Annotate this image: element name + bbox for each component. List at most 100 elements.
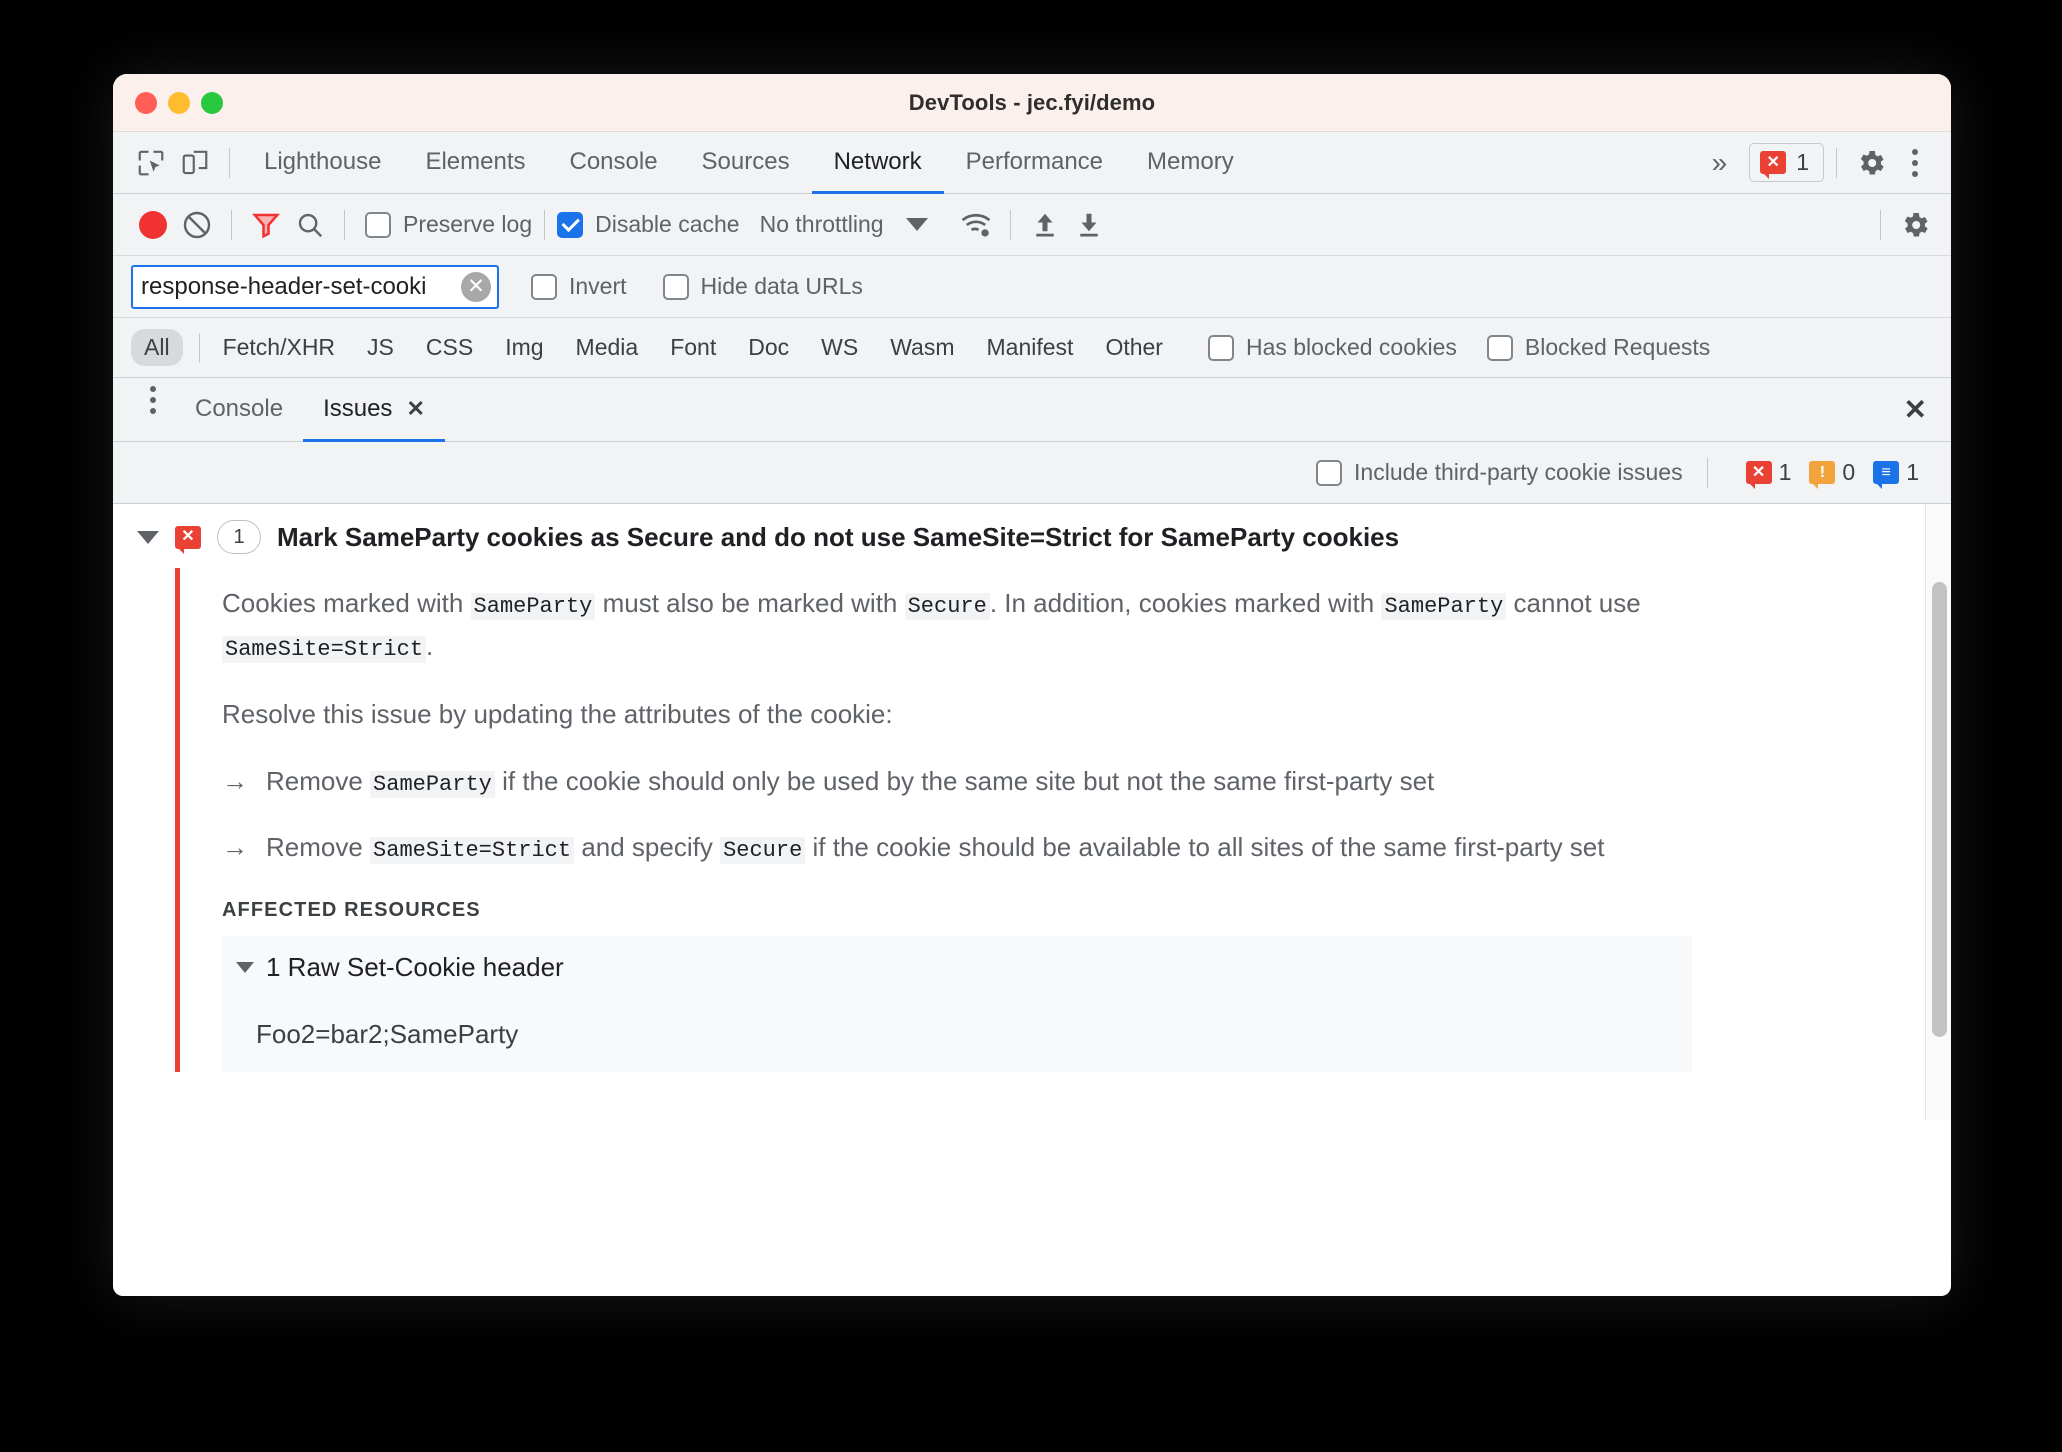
hide-data-urls-checkbox[interactable]: Hide data URLs — [662, 273, 863, 300]
toolbar-divider — [229, 147, 230, 178]
code-sameparty: SameParty — [470, 593, 596, 620]
throttling-select[interactable]: No throttling — [760, 211, 884, 238]
inspect-element-icon[interactable] — [129, 141, 173, 185]
kebab-menu-icon[interactable] — [1893, 141, 1937, 185]
tabbar-right-controls: » ✕ 1 — [1690, 141, 1951, 185]
drawer-tab-console[interactable]: Console — [175, 378, 303, 442]
tab-lighthouse[interactable]: Lighthouse — [242, 132, 403, 194]
close-drawer-icon[interactable]: ✕ — [1904, 393, 1927, 426]
drawer-kebab-menu-icon[interactable] — [131, 378, 175, 422]
checkbox-box — [1316, 459, 1343, 486]
warning-counter[interactable]: ! 0 — [1809, 459, 1855, 489]
has-blocked-cookies-label: Has blocked cookies — [1245, 334, 1457, 360]
toolbar-divider — [1836, 147, 1837, 178]
step2-p2: and specify — [574, 832, 721, 863]
clear-icon[interactable] — [175, 203, 219, 247]
error-bubble-icon: ✕ — [1745, 461, 1772, 489]
devtools-window: DevTools - jec.fyi/demo Lighthouse Eleme… — [113, 74, 1951, 1296]
devtools-tabbar: Lighthouse Elements Console Sources Netw… — [113, 132, 1951, 194]
type-filter-js[interactable]: JS — [354, 329, 407, 366]
clear-filter-icon[interactable]: ✕ — [461, 271, 491, 302]
error-count: 1 — [1796, 149, 1809, 175]
toolbar-divider — [231, 209, 232, 240]
error-counter[interactable]: ✕ 1 — [1745, 459, 1791, 489]
preserve-log-checkbox[interactable]: Preserve log — [365, 211, 532, 238]
more-tabs-icon[interactable]: » — [1690, 147, 1750, 179]
issue-description-paragraph: Cookies marked with SameParty must also … — [222, 582, 1762, 667]
wifi-settings-icon[interactable] — [954, 203, 998, 247]
error-count-badge[interactable]: ✕ 1 — [1749, 143, 1824, 182]
blocked-requests-checkbox[interactable]: Blocked Requests — [1486, 334, 1710, 361]
type-filter-wasm[interactable]: Wasm — [877, 329, 967, 366]
gear-icon[interactable] — [1849, 141, 1893, 185]
issue-count-pill: 1 — [217, 520, 261, 554]
desc-text-4: cannot use — [1506, 588, 1641, 618]
type-filter-other[interactable]: Other — [1092, 329, 1176, 366]
scrollbar-thumb[interactable] — [1932, 582, 1947, 1037]
info-counter[interactable]: ≡ 1 — [1873, 459, 1919, 489]
type-filter-fetch-xhr[interactable]: Fetch/XHR — [210, 329, 348, 366]
record-icon[interactable] — [131, 203, 175, 247]
invert-checkbox[interactable]: Invert — [531, 273, 627, 300]
tab-performance[interactable]: Performance — [944, 132, 1125, 194]
affected-resource-toggle[interactable]: 1 Raw Set-Cookie header — [222, 952, 1692, 983]
tab-memory[interactable]: Memory — [1125, 132, 1256, 194]
search-icon[interactable] — [288, 203, 332, 247]
type-filter-ws[interactable]: WS — [808, 329, 871, 366]
export-arrow-icon[interactable] — [1067, 203, 1111, 247]
tab-console[interactable]: Console — [547, 132, 679, 194]
tab-elements[interactable]: Elements — [403, 132, 547, 194]
tab-sources[interactable]: Sources — [680, 132, 812, 194]
resolution-step-1: → Remove SameParty if the cookie should … — [222, 761, 1752, 803]
toolbar-divider — [198, 332, 200, 363]
info-counter-value: 1 — [1906, 459, 1919, 485]
has-blocked-cookies-checkbox[interactable]: Has blocked cookies — [1207, 334, 1457, 361]
hide-data-urls-label: Hide data URLs — [700, 273, 863, 299]
desc-text-2: must also be marked with — [595, 588, 905, 618]
device-toolbar-icon[interactable] — [173, 141, 217, 185]
issue-header-row[interactable]: ✕ 1 Mark SameParty cookies as Secure and… — [113, 504, 1951, 568]
code-samesite-strict-2: SameSite=Strict — [370, 837, 575, 865]
type-filter-img[interactable]: Img — [492, 329, 556, 366]
disable-cache-label: Disable cache — [595, 211, 740, 237]
tab-label: Memory — [1147, 147, 1234, 175]
desc-text-3: . In addition, cookies marked with — [989, 588, 1382, 618]
tab-network[interactable]: Network — [811, 132, 944, 194]
chevron-down-icon[interactable] — [905, 218, 928, 231]
type-filter-all[interactable]: All — [131, 329, 183, 366]
desc-text-5: . — [426, 630, 434, 661]
tab-label: Performance — [965, 147, 1104, 175]
expand-triangle-icon[interactable] — [137, 530, 159, 544]
step-1-text: Remove SameParty if the cookie should on… — [266, 761, 1434, 803]
arrow-marker-icon: → — [222, 832, 248, 863]
type-filter-css[interactable]: CSS — [413, 329, 486, 366]
network-settings-gear-icon[interactable] — [1893, 203, 1937, 247]
filter-funnel-icon[interactable] — [244, 203, 288, 247]
checkbox-box — [1486, 334, 1513, 361]
type-filter-media[interactable]: Media — [563, 329, 652, 366]
toolbar-divider — [544, 209, 546, 240]
type-filter-font[interactable]: Font — [657, 329, 729, 366]
issues-scrollbar[interactable] — [1925, 504, 1951, 1120]
expand-triangle-icon[interactable] — [236, 961, 254, 973]
issue-title: Mark SameParty cookies as Secure and do … — [277, 521, 1400, 552]
toolbar-divider — [344, 209, 345, 240]
drawer-tabbar: Console Issues ✕ ✕ — [113, 378, 1951, 442]
window-titlebar: DevTools - jec.fyi/demo — [113, 74, 1951, 132]
arrow-marker-icon: → — [222, 766, 248, 797]
include-third-party-cookie-issues-checkbox[interactable]: Include third-party cookie issues — [1316, 459, 1683, 486]
checkbox-box — [662, 273, 689, 300]
disable-cache-checkbox[interactable]: Disable cache — [557, 211, 740, 238]
issues-toolbar: Include third-party cookie issues ✕ 1 ! … — [113, 442, 1951, 504]
search-filter-input[interactable]: response-header-set-cooki ✕ — [131, 264, 499, 309]
toolbar-divider — [1706, 457, 1708, 488]
panel-tabs: Lighthouse Elements Console Sources Netw… — [242, 132, 1256, 194]
import-arrow-icon[interactable] — [1023, 203, 1067, 247]
step2-p3: if the cookie should be available to all… — [805, 832, 1605, 863]
resource-type-filters: All Fetch/XHR JS CSS Img Media Font Doc … — [113, 318, 1951, 378]
type-filter-manifest[interactable]: Manifest — [974, 329, 1087, 366]
affected-resource-label: 1 Raw Set-Cookie header — [266, 951, 564, 982]
drawer-tab-issues[interactable]: Issues ✕ — [303, 378, 445, 442]
type-filter-doc[interactable]: Doc — [735, 329, 802, 366]
close-icon[interactable]: ✕ — [406, 396, 424, 422]
